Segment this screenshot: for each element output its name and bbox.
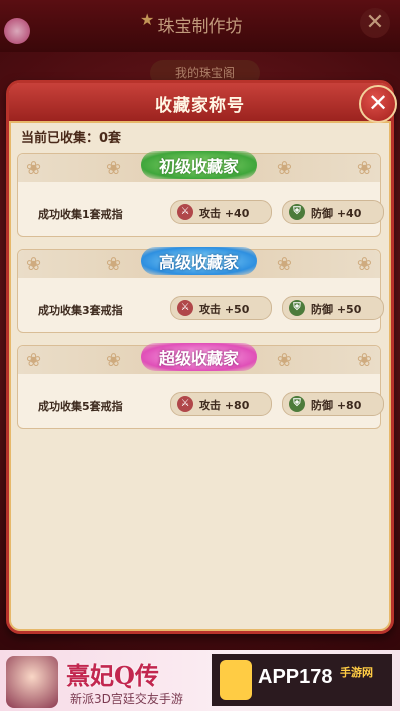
attack-value: 攻击 +50 (199, 303, 250, 316)
flower-decoration-icon: ❀ (356, 158, 372, 179)
tier-requirement: 成功收集5套戒指 (38, 400, 123, 413)
attack-value: 攻击 +40 (199, 207, 250, 220)
defense-bonus: ⛨ 防御 +40 (282, 200, 384, 224)
flower-decoration-icon: ❀ (26, 254, 42, 275)
phone-icon (220, 660, 252, 700)
ad-game-logo: 熹妃Q传 (66, 661, 159, 690)
attack-bonus: ⚔ 攻击 +40 (170, 200, 272, 224)
dialog-header: 收藏家称号 (9, 83, 391, 123)
background-close-icon[interactable]: ✕ (360, 8, 390, 38)
flower-decoration-icon: ❀ (356, 254, 372, 275)
shield-icon: ⛨ (289, 396, 305, 412)
dialog-title: 收藏家称号 (155, 96, 245, 116)
flower-decoration-icon: ❀ (276, 158, 292, 179)
ad-character-avatar (6, 656, 58, 708)
flower-decoration-icon: ❀ (106, 254, 122, 275)
tier-badge: 初级收藏家 (140, 151, 258, 179)
tier-card-beginner: ❀ ❀ ❀ ❀ 初级收藏家 成功收集1套戒指 ⚔ 攻击 +40 ⛨ 防御 +40 (17, 151, 384, 237)
tier-card-super: ❀ ❀ ❀ ❀ 超级收藏家 成功收集5套戒指 ⚔ 攻击 +80 ⛨ 防御 +80 (17, 343, 384, 429)
tier-requirement: 成功收集3套戒指 (38, 304, 123, 317)
sword-icon: ⚔ (177, 396, 193, 412)
flower-decoration-icon: ❀ (26, 350, 42, 371)
flower-decoration-icon: ❀ (276, 350, 292, 371)
brand-name: APP178 (258, 666, 333, 688)
background-title-bar: ★ 珠宝制作坊 ✕ (0, 0, 400, 52)
flower-decoration-icon: ❀ (106, 158, 122, 179)
defense-value: 防御 +80 (311, 399, 362, 412)
shield-icon: ⛨ (289, 300, 305, 316)
collector-title-dialog: 收藏家称号 ✕ 当前已收集：0套 ❀ ❀ ❀ ❀ 初级收藏家 成功收集1套戒指 … (6, 80, 397, 634)
flower-decoration-icon: ❀ (106, 350, 122, 371)
tier-requirement: 成功收集1套戒指 (38, 208, 123, 221)
ad-banner[interactable]: 熹妃Q传 新派3D宫廷交友手游 APP178 手游网 (0, 650, 400, 711)
sword-icon: ⚔ (177, 300, 193, 316)
flower-decoration-icon: ❀ (276, 254, 292, 275)
collected-count: 当前已收集：0套 (21, 131, 122, 146)
tier-badge: 超级收藏家 (140, 343, 258, 371)
tier-badge: 高级收藏家 (140, 247, 258, 275)
attack-value: 攻击 +80 (199, 399, 250, 412)
defense-value: 防御 +50 (311, 303, 362, 316)
defense-bonus: ⛨ 防御 +80 (282, 392, 384, 416)
ad-tagline: 新派3D宫廷交友手游 (70, 692, 183, 706)
background-title: 珠宝制作坊 (157, 17, 243, 37)
attack-bonus: ⚔ 攻击 +50 (170, 296, 272, 320)
close-icon[interactable]: ✕ (359, 85, 397, 123)
brand-sub: 手游网 (340, 666, 373, 679)
flower-decoration-icon: ❀ (26, 158, 42, 179)
app178-brand: APP178 手游网 (212, 654, 392, 706)
defense-value: 防御 +40 (311, 207, 362, 220)
shield-icon: ⛨ (289, 204, 305, 220)
sword-icon: ⚔ (177, 204, 193, 220)
tier-card-advanced: ❀ ❀ ❀ ❀ 高级收藏家 成功收集3套戒指 ⚔ 攻击 +50 ⛨ 防御 +50 (17, 247, 384, 333)
attack-bonus: ⚔ 攻击 +80 (170, 392, 272, 416)
defense-bonus: ⛨ 防御 +50 (282, 296, 384, 320)
flower-decoration-icon: ❀ (356, 350, 372, 371)
